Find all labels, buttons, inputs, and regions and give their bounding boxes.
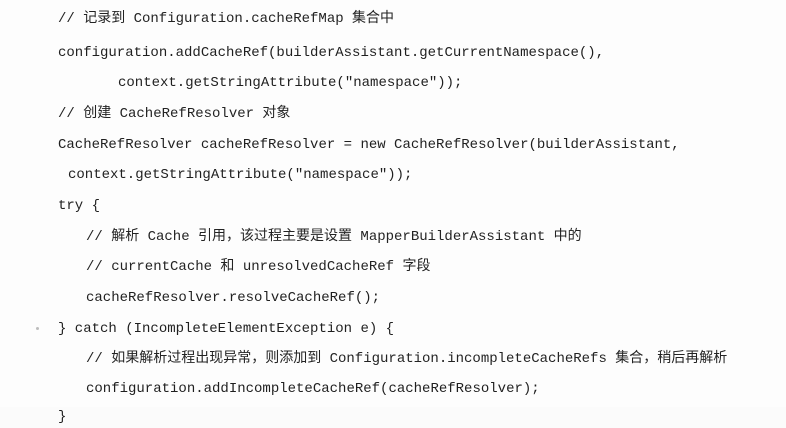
code-comment: // 记录到 Configuration.cacheRefMap 集合中 [58, 11, 395, 27]
document-page: // 记录到 Configuration.cacheRefMap 集合中 con… [0, 0, 786, 425]
code-comment: // currentCache 和 unresolvedCacheRef 字段 [86, 259, 431, 275]
code-line: } [58, 409, 67, 425]
code-line: configuration.addIncompleteCacheRef(cach… [86, 381, 540, 397]
code-line: CacheRefResolver cacheRefResolver = new … [58, 137, 680, 153]
code-line: configuration.addCacheRef(builderAssista… [58, 45, 605, 61]
code-comment: // 如果解析过程出现异常，则添加到 Configuration.incompl… [86, 351, 728, 367]
code-line: context.getStringAttribute("namespace"))… [68, 167, 413, 183]
code-line: try { [58, 198, 101, 214]
code-line: } catch (IncompleteElementException e) { [58, 321, 395, 337]
margin-dot [36, 327, 39, 330]
code-comment: // 解析 Cache 引用，该过程主要是设置 MapperBuilderAss… [86, 229, 582, 245]
code-line: cacheRefResolver.resolveCacheRef(); [86, 290, 381, 306]
code-comment: // 创建 CacheRefResolver 对象 [58, 106, 291, 122]
code-line: context.getStringAttribute("namespace"))… [118, 75, 463, 91]
code-block: // 记录到 Configuration.cacheRefMap 集合中 con… [0, 0, 786, 425]
